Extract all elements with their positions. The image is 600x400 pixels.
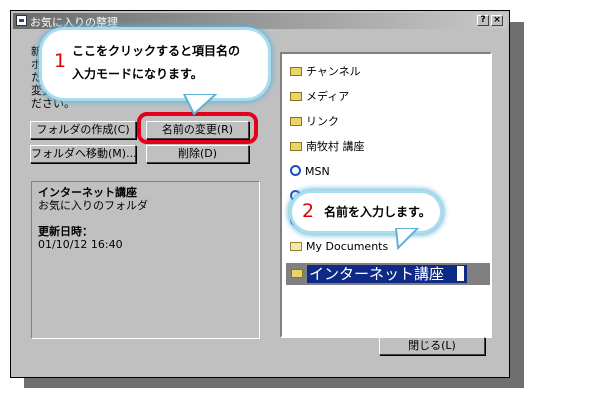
info-updated-label: 更新日時： [38,225,93,238]
list-item-label: 南牧村 講座 [306,140,365,153]
list-item-label: チャンネル [306,65,361,78]
close-window-button[interactable]: × [491,15,503,26]
rename-highlight-ring [137,112,258,144]
folder-icon [291,269,303,278]
step1-line2: 入力モードになります。 [72,67,203,81]
create-folder-button[interactable]: フォルダの作成(C) [30,121,136,139]
window-title: お気に入りの整理 [30,16,118,29]
list-item-label: リンク [306,115,339,128]
list-item[interactable]: リンク [290,114,339,130]
step2-callout: 2 名前を入力します。 [292,193,440,231]
step2-number: 2 [302,200,315,222]
title-bar: お気に入りの整理 ? × [13,13,507,29]
instruction-line: ださい。 [31,97,75,110]
folder-icon [290,92,302,101]
info-item-name: インターネット講座 [38,186,137,199]
list-item-label: My Documents [306,240,389,253]
step1-line1: ここをクリックすると項目名の [72,44,241,58]
step1-callout: 1 ここをクリックすると項目名の 入力モードになります。 [42,30,268,98]
list-item-editing[interactable]: インターネット講座 [286,263,490,285]
favorites-app-icon [16,15,27,26]
folder-icon [290,117,302,126]
my-documents-icon [290,242,302,251]
list-item[interactable]: MSN [290,164,330,180]
step2-text: 名前を入力します。 [324,205,431,219]
text-cursor [457,266,464,281]
step1-number: 1 [54,50,67,72]
info-item-type: お気に入りのフォルダ [38,199,148,212]
step1-callout-pointer [182,94,218,116]
step2-callout-pointer [394,228,420,250]
selected-item-info: インターネット講座 お気に入りのフォルダ 更新日時： 01/10/12 16:4… [31,181,260,339]
delete-button[interactable]: 削除(D) [146,145,249,163]
folder-icon [290,67,302,76]
list-item[interactable]: チャンネル [290,64,361,80]
close-button[interactable]: 閉じる(L) [379,337,485,355]
list-item[interactable]: メディア [290,89,349,105]
ie-link-icon [290,165,301,176]
list-item[interactable]: My Documents [290,239,388,255]
list-item-label: MSN [305,165,330,178]
folder-icon [290,142,302,151]
help-button[interactable]: ? [477,15,489,26]
info-updated-value: 01/10/12 16:40 [38,238,123,251]
rename-input[interactable]: インターネット講座 [307,265,467,283]
list-item-label: メディア [306,90,350,103]
list-item[interactable]: 南牧村 講座 [290,139,365,155]
move-to-folder-button[interactable]: フォルダへ移動(M)... [30,145,137,163]
